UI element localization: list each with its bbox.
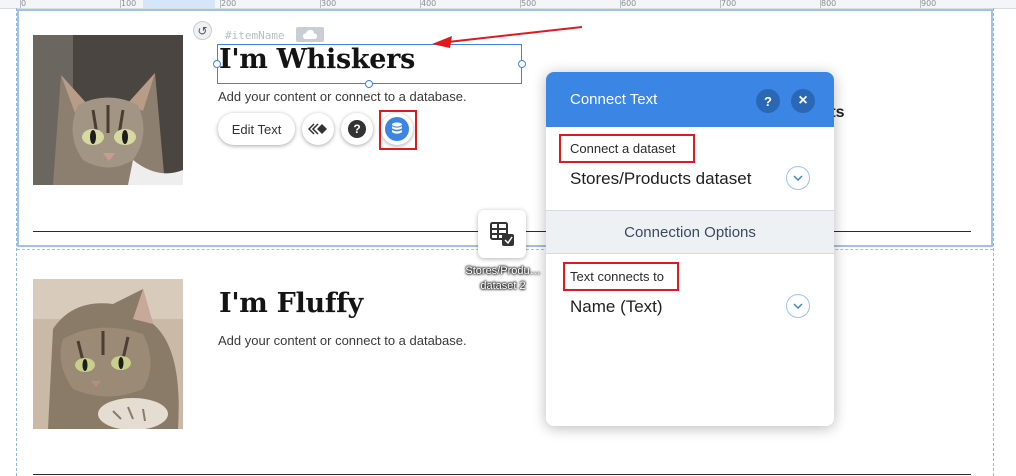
panel-title: Connect Text xyxy=(570,91,658,108)
resize-handle-bottom[interactable] xyxy=(365,80,373,88)
ruler-label: 700 xyxy=(721,0,737,8)
help-button[interactable]: ? xyxy=(341,113,373,145)
highlight-connect-button xyxy=(379,110,417,150)
resize-handle-left[interactable] xyxy=(213,60,221,68)
right-gridline xyxy=(993,8,994,476)
question-icon: ? xyxy=(348,120,366,138)
resize-handle-right[interactable] xyxy=(518,60,526,68)
connection-options-header: Connection Options xyxy=(546,210,834,254)
rotate-icon[interactable]: ↺ xyxy=(193,21,212,40)
cat-photo-whiskers[interactable] xyxy=(33,35,183,185)
panel-help-button[interactable]: ? xyxy=(756,89,780,113)
item-name-id-tag: #itemName xyxy=(225,29,285,42)
dataset-dropdown-value[interactable]: Stores/Products dataset xyxy=(570,169,751,189)
panel-header: Connect Text ? × xyxy=(546,72,834,127)
dataset-table-icon xyxy=(490,222,514,246)
connect-text-panel: Connect Text ? × Connect a dataset Store… xyxy=(546,72,834,426)
chevron-down-icon xyxy=(793,303,803,309)
item-2-separator-line xyxy=(33,474,971,475)
highlight-connect-dataset xyxy=(559,134,695,163)
ruler-highlight xyxy=(143,0,215,8)
ruler-label: 500 xyxy=(521,0,537,8)
dataset-dropdown-chevron[interactable] xyxy=(786,166,810,190)
dataset-element[interactable] xyxy=(478,210,526,258)
annotation-arrow xyxy=(432,26,583,48)
ruler-label: 200 xyxy=(221,0,237,8)
ruler-label: 100 xyxy=(121,0,137,8)
ruler-label: 300 xyxy=(321,0,337,8)
item-description-whiskers[interactable]: Add your content or connect to a databas… xyxy=(218,89,467,104)
cloud-icon xyxy=(296,27,324,42)
ruler-label: 800 xyxy=(821,0,837,8)
ruler-label: 600 xyxy=(621,0,637,8)
cat-photo-fluffy[interactable] xyxy=(33,279,183,429)
chevron-down-icon xyxy=(793,175,803,181)
ruler-label: 900 xyxy=(921,0,937,8)
panel-close-button[interactable]: × xyxy=(791,89,815,113)
dataset-element-label: Stores/Produ… dataset 2 xyxy=(465,265,541,292)
ruler-label: 400 xyxy=(421,0,437,8)
animation-button[interactable] xyxy=(302,113,334,145)
highlight-text-connects-to xyxy=(563,262,679,291)
top-ruler: 0 100 200 300 400 500 600 700 800 900 xyxy=(0,0,1016,9)
field-dropdown-chevron[interactable] xyxy=(786,294,810,318)
item-description-fluffy[interactable]: Add your content or connect to a databas… xyxy=(218,333,467,348)
item-title-fluffy[interactable]: I'm Fluffy xyxy=(219,288,363,319)
field-dropdown-value[interactable]: Name (Text) xyxy=(570,297,663,317)
ruler-label: 0 xyxy=(21,0,27,8)
edit-text-button[interactable]: Edit Text xyxy=(218,113,295,145)
diamond-arrow-icon xyxy=(308,123,327,135)
